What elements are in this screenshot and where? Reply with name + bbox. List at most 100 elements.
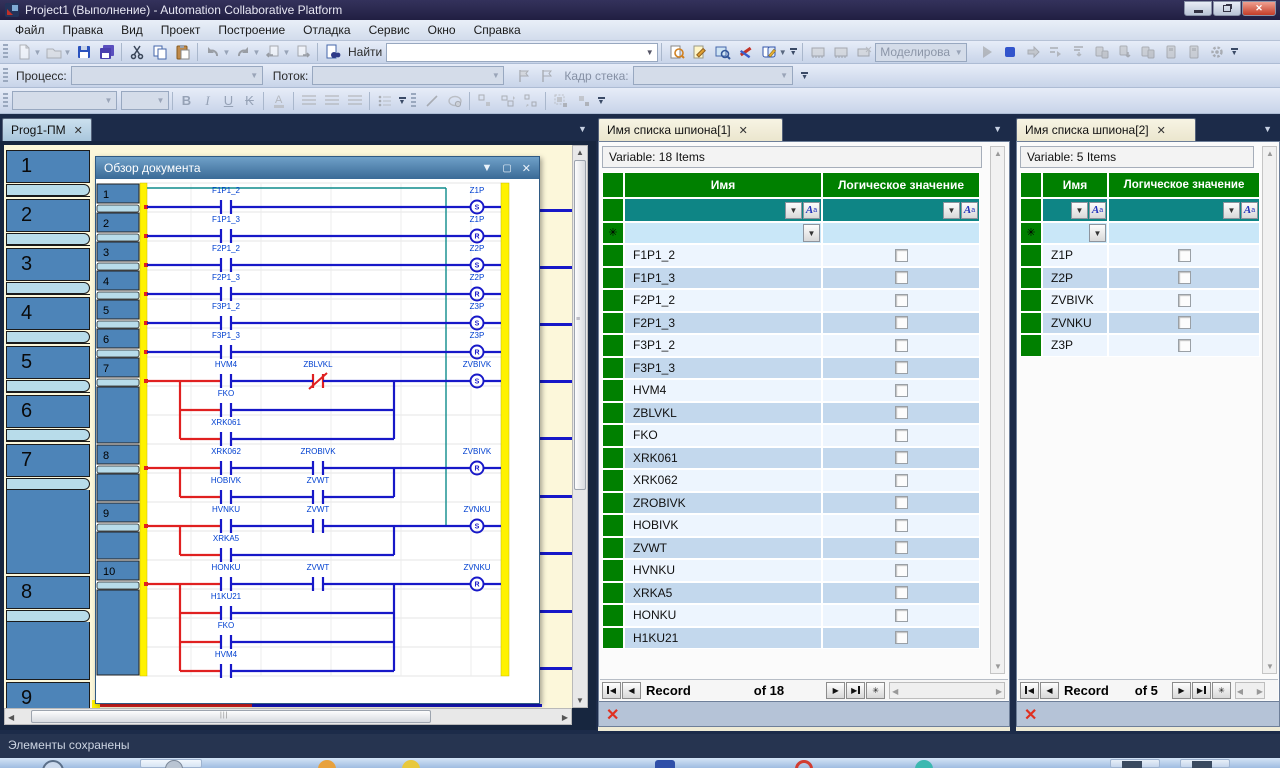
delete-icon[interactable]: ✕ xyxy=(1024,705,1037,725)
value-checkbox[interactable] xyxy=(894,338,908,352)
find-input[interactable] xyxy=(387,44,643,60)
restore-button[interactable] xyxy=(1213,1,1241,16)
distribute-objects-icon[interactable] xyxy=(519,90,542,111)
process-combobox[interactable]: ▼ xyxy=(70,66,263,85)
taskbar-app-icon[interactable] xyxy=(915,760,933,768)
variable-value-cell[interactable] xyxy=(822,266,980,289)
variable-name-cell[interactable]: F1P1_3 xyxy=(624,266,822,289)
row-indicator[interactable] xyxy=(602,424,624,447)
snap-grid-icon[interactable] xyxy=(473,90,496,111)
list-icon[interactable] xyxy=(373,90,396,111)
font-family-combobox[interactable]: ▼ xyxy=(12,91,117,110)
row-indicator[interactable] xyxy=(602,604,624,627)
variable-value-cell[interactable] xyxy=(1108,311,1260,334)
column-header-value[interactable]: Логическое значение xyxy=(1108,172,1260,198)
prev-record-button[interactable]: ◀ xyxy=(622,681,641,699)
scroll-right-icon[interactable]: ▶ xyxy=(562,713,568,722)
toolbar-overflow-icon[interactable]: ▼ xyxy=(396,91,408,111)
stack-frame-combobox[interactable]: ▼ xyxy=(632,66,793,85)
variable-name-cell[interactable]: HONKU xyxy=(624,604,822,627)
new-row-dropdown-icon[interactable]: ▼ xyxy=(803,224,820,242)
value-checkbox[interactable] xyxy=(894,563,908,577)
toolbar-grip[interactable] xyxy=(3,44,8,60)
filter-dropdown-icon[interactable]: ▼ xyxy=(1071,201,1088,219)
scroll-up-icon[interactable]: ▲ xyxy=(994,149,1002,158)
open-icon[interactable] xyxy=(42,42,65,63)
first-record-button[interactable]: ◀ xyxy=(602,681,621,699)
new-record-button[interactable]: ✳ xyxy=(1211,681,1231,699)
taskbar-app-icon[interactable] xyxy=(655,760,675,768)
edit-find-icon[interactable] xyxy=(688,42,711,63)
minimize-button[interactable] xyxy=(1184,1,1212,16)
undo-icon[interactable] xyxy=(201,42,224,63)
table-row[interactable]: Z2P xyxy=(1020,266,1260,289)
new-row-name-cell[interactable]: ▼ xyxy=(624,222,822,244)
table-row[interactable]: ZVNKU xyxy=(1020,311,1260,334)
new-row-value-cell[interactable] xyxy=(822,222,980,244)
variable-name-cell[interactable]: ZBLVKL xyxy=(624,401,822,424)
close-button[interactable]: ✕ xyxy=(1242,1,1276,16)
rung-comment-bar[interactable] xyxy=(6,610,90,622)
scroll-down-icon[interactable]: ▼ xyxy=(994,662,1002,671)
value-checkbox[interactable] xyxy=(894,586,908,600)
editor-vscrollbar[interactable]: ▲ ≡ ▼ xyxy=(572,145,588,708)
variable-value-cell[interactable] xyxy=(822,401,980,424)
new-row-dropdown-icon[interactable]: ▼ xyxy=(1089,224,1106,242)
variable-name-cell[interactable]: F1P1_2 xyxy=(624,244,822,267)
variable-value-cell[interactable] xyxy=(822,536,980,559)
tab-close-icon[interactable]: ✕ xyxy=(74,124,83,137)
editor-vscroll-thumb[interactable] xyxy=(574,160,586,490)
align-center-icon[interactable] xyxy=(320,90,343,111)
taskbar-app-icon[interactable] xyxy=(318,760,336,768)
value-checkbox[interactable] xyxy=(894,293,908,307)
first-record-button[interactable]: ◀ xyxy=(1020,681,1039,699)
redo-icon[interactable] xyxy=(231,42,254,63)
row-indicator[interactable] xyxy=(1020,266,1042,289)
value-checkbox[interactable] xyxy=(894,383,908,397)
overview-title-bar[interactable]: Обзор документа ▼ ▢ ✕ xyxy=(96,157,539,179)
menu-item[interactable]: Сервис xyxy=(360,21,419,39)
save-icon[interactable] xyxy=(72,42,95,63)
row-indicator[interactable] xyxy=(1020,311,1042,334)
new-row[interactable]: ✳ ▼ xyxy=(1020,222,1260,244)
value-checkbox[interactable] xyxy=(1177,338,1191,352)
rung-block[interactable]: 2 xyxy=(6,199,90,246)
search-in-files-icon[interactable] xyxy=(665,42,688,63)
rung-number[interactable]: 1 xyxy=(6,150,90,183)
scroll-down-icon[interactable]: ▼ xyxy=(576,696,584,705)
row-indicator[interactable] xyxy=(602,469,624,492)
variable-value-cell[interactable] xyxy=(1108,289,1260,312)
stop-build-icon[interactable] xyxy=(852,42,875,63)
tab-spy2[interactable]: Имя списка шпиона[2] ✕ xyxy=(1016,118,1196,141)
row-indicator-header[interactable] xyxy=(1020,172,1042,198)
variable-value-cell[interactable] xyxy=(1108,334,1260,357)
find-combobox[interactable]: ▼ xyxy=(386,42,659,62)
variable-value-cell[interactable] xyxy=(1108,244,1260,267)
rung-block[interactable]: 1 xyxy=(6,150,90,197)
tab-close-icon[interactable]: ✕ xyxy=(1157,124,1166,137)
row-indicator[interactable] xyxy=(602,581,624,604)
value-checkbox[interactable] xyxy=(894,428,908,442)
rung-number[interactable]: 7 xyxy=(6,444,90,477)
filter-condition-icon[interactable]: Aa xyxy=(1089,201,1106,219)
rung-block[interactable]: 4 xyxy=(6,297,90,344)
column-header-value[interactable]: Логическое значение xyxy=(822,172,980,198)
scroll-up-icon[interactable]: ▲ xyxy=(1266,149,1274,158)
table-row[interactable]: ZVWT xyxy=(602,536,980,559)
overview-window[interactable]: Обзор документа ▼ ▢ ✕ 1 F1P1_2 S Z1P 2 F1P1_3… xyxy=(95,156,540,704)
stop-debug-icon[interactable] xyxy=(998,42,1021,63)
variable-value-cell[interactable] xyxy=(822,356,980,379)
draw-ellipse-icon[interactable] xyxy=(443,90,466,111)
taskbar[interactable] xyxy=(0,758,1280,768)
filter-dropdown-icon[interactable]: ▼ xyxy=(1223,201,1240,219)
taskbar-start-icon[interactable] xyxy=(42,760,64,768)
variable-name-cell[interactable]: Z2P xyxy=(1042,266,1108,289)
table-row[interactable]: XRKA5 xyxy=(602,581,980,604)
variable-value-cell[interactable] xyxy=(1108,266,1260,289)
strikethrough-button[interactable]: K xyxy=(239,93,260,108)
download-target-icon[interactable] xyxy=(1090,42,1113,63)
filter-condition-icon[interactable]: Aa xyxy=(1241,201,1258,219)
tab-list-dropdown-icon[interactable]: ▼ xyxy=(1263,124,1272,134)
rung-comment-bar[interactable] xyxy=(6,331,90,343)
table-row[interactable]: HONKU xyxy=(602,604,980,627)
